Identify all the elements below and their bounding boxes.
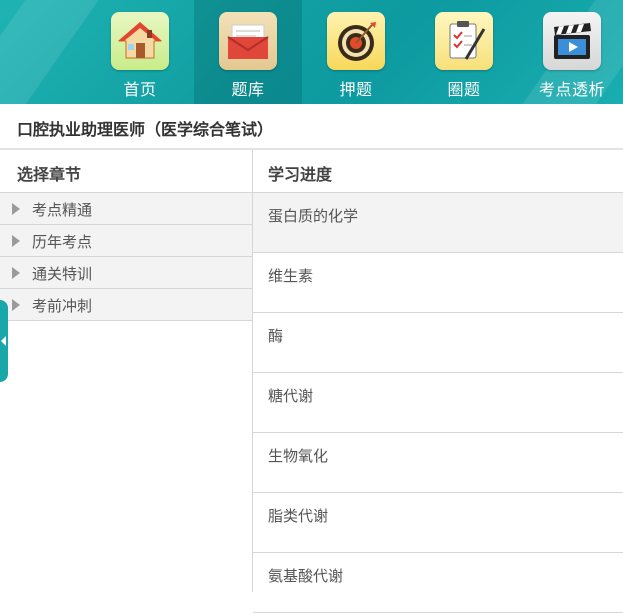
chapter-panel: 选择章节 考点精通 历年考点 通关特训 考前冲刺: [0, 150, 253, 592]
chapter-item[interactable]: 通关特训: [0, 257, 252, 289]
nav-item-home[interactable]: 首页: [86, 0, 194, 104]
nav-label-question-bank: 题库: [231, 80, 265, 99]
target-icon: [327, 12, 385, 70]
topic-item[interactable]: 蛋白质的化学: [253, 193, 623, 253]
clipboard-pen-icon: [435, 12, 493, 70]
envelope-icon: [219, 12, 277, 70]
topic-item[interactable]: 脂类代谢: [253, 493, 623, 553]
sidebar-toggle-tab[interactable]: [0, 300, 8, 382]
chapter-label: 通关特训: [32, 265, 93, 283]
topic-label: 蛋白质的化学: [268, 207, 359, 225]
caret-right-icon: [12, 235, 20, 247]
progress-panel-header: 学习进度: [253, 150, 623, 193]
topic-item[interactable]: 酶: [253, 313, 623, 373]
topic-label: 氨基酸代谢: [268, 567, 344, 585]
topic-item[interactable]: 生物氧化: [253, 433, 623, 493]
nav-item-predict[interactable]: 押题: [302, 0, 410, 104]
caret-right-icon: [12, 299, 20, 311]
chevron-left-icon: [1, 336, 6, 346]
chapter-item[interactable]: 考前冲刺: [0, 289, 252, 321]
chapter-panel-header: 选择章节: [0, 150, 252, 193]
progress-panel-title: 学习进度: [268, 165, 333, 184]
chapter-item[interactable]: 考点精通: [0, 193, 252, 225]
nav-item-analysis[interactable]: 考点透析: [518, 0, 623, 104]
nav-label-analysis: 考点透析: [538, 80, 605, 99]
progress-panel: 学习进度 蛋白质的化学 维生素 酶 糖代谢 生物氧化 脂类代谢 氨基酸代谢: [253, 150, 623, 613]
page-title: 口腔执业助理医师（医学综合笔试）: [17, 120, 274, 139]
nav-item-circle[interactable]: 圈题: [410, 0, 518, 104]
topic-label: 脂类代谢: [268, 507, 329, 525]
topic-label: 糖代谢: [268, 387, 314, 405]
chapter-panel-title: 选择章节: [17, 165, 82, 184]
caret-right-icon: [12, 203, 20, 215]
caret-right-icon: [12, 267, 20, 279]
topic-label: 酶: [268, 327, 284, 345]
chapter-item[interactable]: 历年考点: [0, 225, 252, 257]
nav-item-question-bank[interactable]: 题库: [194, 0, 302, 104]
chapter-label: 历年考点: [32, 233, 93, 251]
topic-label: 维生素: [268, 267, 314, 285]
topic-label: 生物氧化: [268, 447, 329, 465]
topic-item[interactable]: 糖代谢: [253, 373, 623, 433]
nav-label-predict: 押题: [339, 80, 373, 99]
page-title-bar: 口腔执业助理医师（医学综合笔试）: [0, 104, 623, 150]
clapperboard-icon: [543, 12, 601, 70]
topic-item[interactable]: 氨基酸代谢: [253, 553, 623, 613]
chapter-label: 考点精通: [32, 201, 93, 219]
top-nav: 首页 题库 押题 圈题 考点透析: [0, 0, 623, 104]
nav-label-home: 首页: [123, 80, 157, 99]
topic-item[interactable]: 维生素: [253, 253, 623, 313]
nav-label-circle: 圈题: [447, 80, 481, 99]
chapter-label: 考前冲刺: [32, 297, 93, 315]
house-icon: [111, 12, 169, 70]
